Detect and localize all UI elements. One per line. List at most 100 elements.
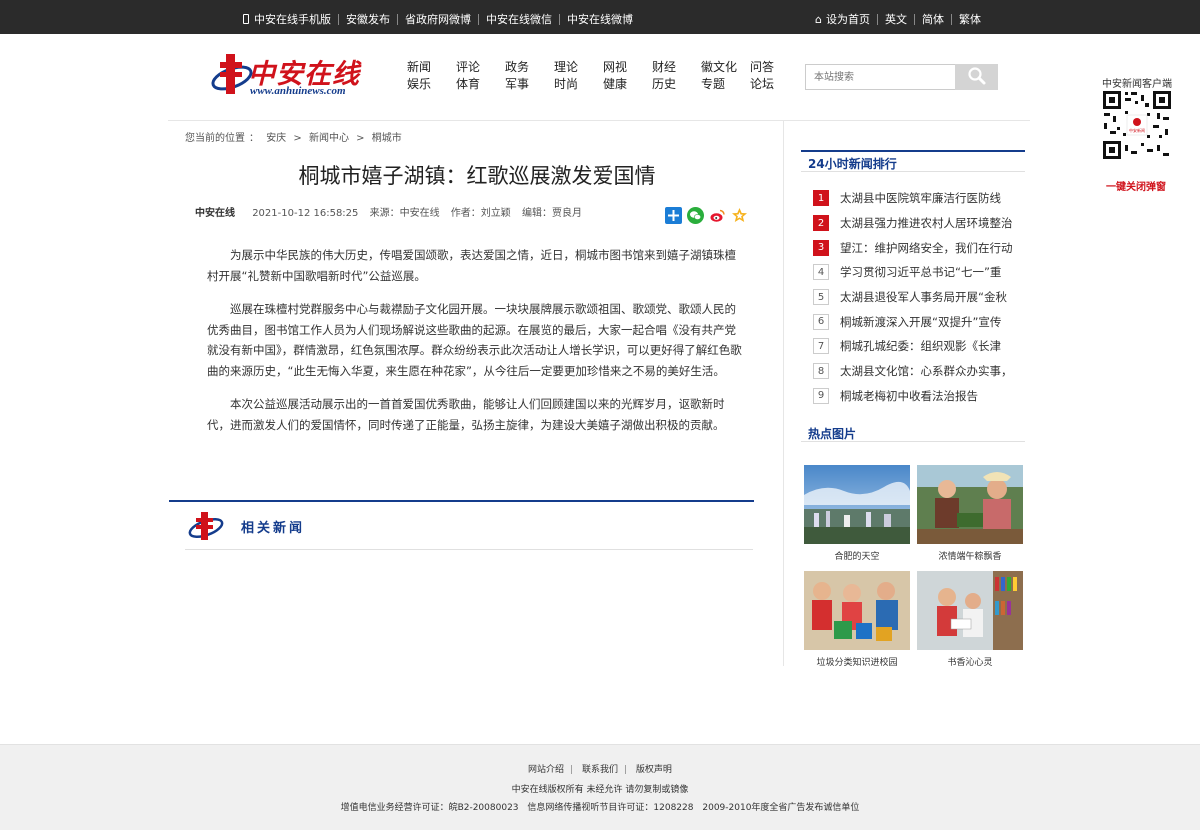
nav-theory[interactable]: 理论 [554,60,603,75]
share-bar [665,207,748,224]
nav-qa[interactable]: 问答 [750,60,790,75]
rank-number: 4 [813,264,829,281]
share-more-icon[interactable] [665,207,682,224]
nav-comment[interactable]: 评论 [456,60,505,75]
rank-link[interactable]: 太湖县中医院筑牢廉洁行医防线 [840,190,1023,206]
hot-picture-item[interactable]: 合肥的天空 [804,465,910,562]
site-logo[interactable]: 中安在线 www.anhuinews.com [210,50,360,100]
list-item[interactable]: 6 桐城新渡深入开展“双提升”宣传 [813,309,1023,334]
list-item[interactable]: 4 学习贯彻习近平总书记“七一”重 [813,260,1023,285]
qr-badge-text: 中安新闻 [1129,127,1145,133]
breadcrumb-news-center[interactable]: 新闻中心 [309,133,349,144]
pics-header: 热点图片 [801,420,1025,442]
picture-caption[interactable]: 合肥的天空 [804,549,910,562]
hot-picture-item[interactable]: 垃圾分类知识进校园 [804,571,910,668]
anhui-release-link[interactable]: 安徽发布 [346,11,390,27]
nav-finance[interactable]: 财经 [652,60,701,75]
contact-link[interactable]: 联系我们 [582,765,618,775]
breadcrumb-tongcheng[interactable]: 桐城市 [372,133,402,144]
top-bar: 中安在线手机版 安徽发布 省政府网微博 中安在线微信 中安在线微博 ⌂ 设为首页… [0,0,1200,34]
rank-link[interactable]: 学习贯彻习近平总书记“七一”重 [840,264,1023,280]
nav-culture[interactable]: 徽文化 [701,60,750,75]
nav-gov[interactable]: 政务 [505,60,554,75]
hefei-sky-image[interactable] [804,465,910,544]
rank-number: 7 [813,338,829,355]
article-author: 作者：刘立颖 [450,208,511,219]
rank-link[interactable]: 桐城孔城纪委：组织观影《长津 [840,338,1023,354]
related-logo-icon [188,512,224,540]
hot-picture-item[interactable]: 浓情端午粽飘香 [917,465,1023,562]
hot-picture-item[interactable]: 书香沁心灵 [917,571,1023,668]
breadcrumb-label: 您当前的位置 [185,133,245,144]
wechat-link[interactable]: 中安在线微信 [486,11,552,27]
rank-link[interactable]: 太湖县退役军人事务局开展“金秋 [840,289,1023,305]
mobile-link[interactable]: 中安在线手机版 [254,11,331,27]
english-link[interactable]: 英文 [885,11,907,27]
column-divider [783,121,784,666]
nav-fashion[interactable]: 时尚 [554,77,603,92]
main-nav: 新闻 评论 政务 理论 网视 财经 徽文化 问答 娱乐 体育 军事 时尚 健康 … [407,60,790,92]
picture-caption[interactable]: 垃圾分类知识进校园 [804,655,910,668]
publish-time: 2021-10-12 16:58:25 [252,208,359,219]
rank-title: 24小时新闻排行 [808,157,897,171]
favorite-star-icon[interactable] [731,207,748,224]
about-link[interactable]: 网站介绍 [528,765,564,775]
list-item[interactable]: 2 太湖县强力推进农村人居环境整治 [813,211,1023,236]
nav-history[interactable]: 历史 [652,77,701,92]
copyright-text: 中安在线版权所有 未经允许 请勿复制或镜像 [511,785,689,795]
rank-link[interactable]: 太湖县文化馆：心系群众办实事， [840,363,1023,379]
logo-url: www.anhuinews.com [250,85,346,97]
nav-entertainment[interactable]: 娱乐 [407,77,456,92]
source-site: 中安在线 [195,208,235,219]
garbage-sorting-image[interactable] [804,571,910,650]
weibo-share-icon[interactable] [709,207,726,224]
rank-link[interactable]: 望江：维护网络安全，我们在行动 [840,240,1023,256]
nav-military[interactable]: 军事 [505,77,554,92]
gov-weibo-link[interactable]: 省政府网微博 [405,11,471,27]
nav-video[interactable]: 网视 [603,60,652,75]
list-item[interactable]: 8 太湖县文化馆：心系群众办实事， [813,359,1023,384]
list-item[interactable]: 7 桐城孔城纪委：组织观影《长津 [813,334,1023,359]
phone-icon [243,14,249,24]
set-homepage-link[interactable]: 设为首页 [826,11,870,27]
pics-title: 热点图片 [808,427,857,441]
close-popup-link[interactable]: 一键关闭弹窗 [1106,178,1166,193]
nav-sports[interactable]: 体育 [456,77,505,92]
picture-caption[interactable]: 浓情端午粽飘香 [917,549,1023,562]
rank-number: 1 [813,190,829,207]
picture-caption[interactable]: 书香沁心灵 [917,655,1023,668]
rank-number: 3 [813,239,829,256]
nav-news[interactable]: 新闻 [407,60,456,75]
nav-health[interactable]: 健康 [603,77,652,92]
article-title: 桐城市嬉子湖镇：红歌巡展激发爱国情 [298,164,656,188]
list-item[interactable]: 1 太湖县中医院筑牢廉洁行医防线 [813,186,1023,211]
search-input[interactable] [805,64,956,90]
article-paragraph: 巡展在珠檀村党群服务中心与裁襟励子文化园开展。一块块展牌展示歌颂祖国、歌颂党、歌… [207,302,742,378]
weibo-link[interactable]: 中安在线微博 [567,11,633,27]
rank-header: 24小时新闻排行 [801,150,1025,172]
traditional-link[interactable]: 繁体 [959,11,981,27]
rank-link[interactable]: 桐城老梅初中收看法治报告 [840,388,1023,404]
article-body: 为展示中华民族的伟大历史，传唱爱国颂歌，表达爱国之情，近日，桐城市图书馆来到嬉子… [207,245,747,448]
footer: 网站介绍 | 联系我们 | 版权声明 中安在线版权所有 未经允许 请勿复制或镜像 增… [0,744,1200,830]
article-meta: 中安在线 2021-10-12 16:58:25 来源：中安在线 作者：刘立颖 … [195,204,590,219]
search-button[interactable] [955,64,998,90]
list-item[interactable]: 9 桐城老梅初中收看法治报告 [813,384,1023,409]
reading-image[interactable] [917,571,1023,650]
article-editor: 编辑：贾良月 [521,208,582,219]
list-item[interactable]: 3 望江：维护网络安全，我们在行动 [813,235,1023,260]
nav-forum[interactable]: 论坛 [750,77,790,92]
rank-link[interactable]: 太湖县强力推进农村人居环境整治 [840,215,1023,231]
wechat-share-icon[interactable] [687,207,704,224]
list-item[interactable]: 5 太湖县退役军人事务局开展“金秋 [813,285,1023,310]
rank-number: 9 [813,387,829,404]
rank-number: 6 [813,313,829,330]
simplified-link[interactable]: 简体 [922,11,944,27]
qr-code-icon: 中安新闻 [1101,89,1173,161]
copyright-link[interactable]: 版权声明 [636,765,672,775]
dragon-boat-image[interactable] [917,465,1023,544]
nav-topics[interactable]: 专题 [701,77,750,92]
breadcrumb-anqing[interactable]: 安庆 [266,133,286,144]
rank-link[interactable]: 桐城新渡深入开展“双提升”宣传 [840,314,1023,330]
related-news-title: 相关新闻 [241,521,306,536]
